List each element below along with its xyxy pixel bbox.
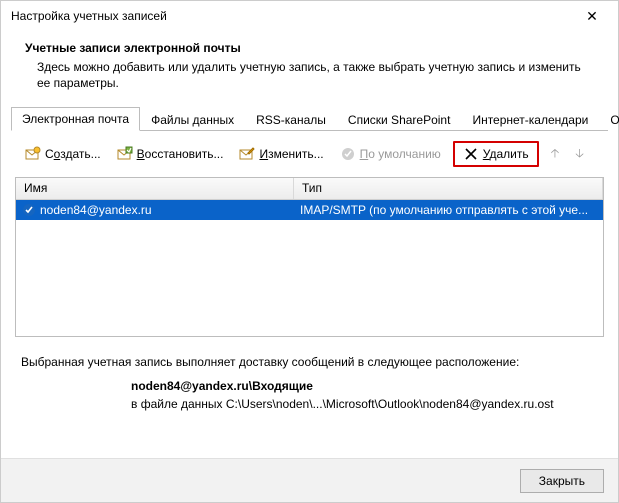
tab-strip: Электронная почта Файлы данных RSS-канал…: [11, 107, 608, 131]
new-mail-icon: [25, 146, 41, 162]
button-label: Удалить: [483, 147, 529, 161]
delivery-folder: noden84@yandex.ru\Входящие: [21, 379, 598, 393]
delivery-info: Выбранная учетная запись выполняет доста…: [21, 355, 598, 411]
dialog-footer: Закрыть: [1, 458, 618, 502]
button-label: По умолчанию: [360, 147, 441, 161]
button-label: Закрыть: [539, 474, 585, 488]
set-default-button: По умолчанию: [336, 144, 445, 164]
close-icon[interactable]: ✕: [572, 8, 612, 25]
header-title: Учетные записи электронной почты: [25, 41, 594, 55]
delivery-path: в файле данных C:\Users\noden\...\Micros…: [21, 397, 598, 411]
tab-label: Списки SharePoint: [348, 113, 451, 127]
restore-button[interactable]: Восстановить...: [113, 144, 228, 164]
tab-label: RSS-каналы: [256, 113, 326, 127]
toolbar: Создать... Восстановить... Изменить... П…: [11, 135, 608, 173]
tab-published[interactable]: Опублико: [599, 108, 619, 131]
header-description: Здесь можно добавить или удалить учетную…: [25, 59, 594, 91]
edit-button[interactable]: Изменить...: [235, 144, 327, 164]
tab-label: Файлы данных: [151, 113, 234, 127]
header-block: Учетные записи электронной почты Здесь м…: [1, 31, 618, 107]
restore-icon: [117, 146, 133, 162]
account-settings-dialog: Настройка учетных записей ✕ Учетные запи…: [0, 0, 619, 503]
tab-sharepoint[interactable]: Списки SharePoint: [337, 108, 462, 131]
grid-header: Имя Тип: [16, 178, 603, 200]
tab-data-files[interactable]: Файлы данных: [140, 108, 245, 131]
tab-label: Опублико: [610, 113, 619, 127]
tab-email[interactable]: Электронная почта: [11, 107, 140, 131]
accounts-grid: Имя Тип noden84@yandex.ru IMAP/SMTP (по …: [15, 177, 604, 337]
table-row[interactable]: noden84@yandex.ru IMAP/SMTP (по умолчани…: [16, 200, 603, 220]
delete-x-icon: [463, 146, 479, 162]
tab-label: Интернет-календари: [472, 113, 588, 127]
account-name: noden84@yandex.ru: [40, 203, 152, 217]
tab-label: Электронная почта: [22, 112, 129, 126]
window-title: Настройка учетных записей: [11, 9, 572, 23]
button-label: Изменить...: [259, 147, 323, 161]
move-up-icon: 🡡: [547, 144, 564, 165]
column-type[interactable]: Тип: [294, 178, 603, 199]
create-button[interactable]: Создать...: [21, 144, 105, 164]
cell-type: IMAP/SMTP (по умолчанию отправлять с это…: [294, 203, 603, 217]
delete-button[interactable]: Удалить: [453, 141, 539, 167]
button-label: Восстановить...: [137, 147, 224, 161]
default-check-icon: [22, 203, 36, 217]
cell-name: noden84@yandex.ru: [16, 203, 294, 217]
close-button[interactable]: Закрыть: [520, 469, 604, 493]
delivery-intro: Выбранная учетная запись выполняет доста…: [21, 355, 598, 369]
check-circle-icon: [340, 146, 356, 162]
title-bar: Настройка учетных записей ✕: [1, 1, 618, 31]
tab-rss[interactable]: RSS-каналы: [245, 108, 337, 131]
tab-internet-calendars[interactable]: Интернет-календари: [461, 108, 599, 131]
button-label: Создать...: [45, 147, 101, 161]
move-down-icon: 🡣: [571, 144, 588, 165]
grid-body: noden84@yandex.ru IMAP/SMTP (по умолчани…: [16, 200, 603, 336]
column-name[interactable]: Имя: [16, 178, 294, 199]
edit-icon: [239, 146, 255, 162]
